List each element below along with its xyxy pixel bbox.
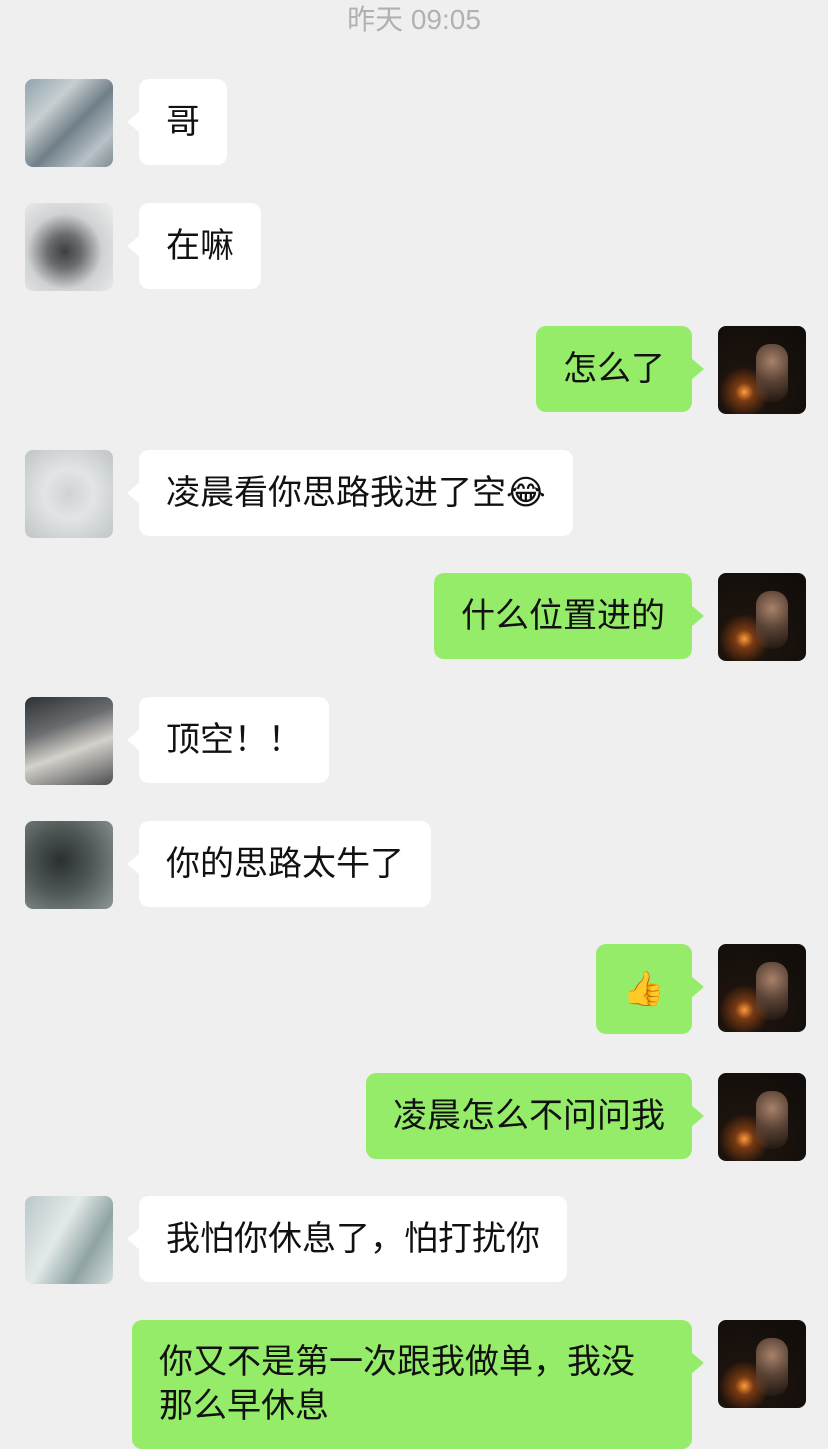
message-bubble-outgoing[interactable]: 什么位置进的 bbox=[434, 573, 704, 659]
message-text: 你又不是第一次跟我做单，我没那么早休息 bbox=[159, 1342, 635, 1426]
message-text: 凌晨怎么不问问我 bbox=[393, 1096, 665, 1136]
message-bubble-incoming[interactable]: 我怕你休息了，怕打扰你 bbox=[127, 1196, 567, 1282]
message-bubble-outgoing[interactable]: 你又不是第一次跟我做单，我没那么早休息 bbox=[132, 1320, 704, 1449]
self-avatar[interactable] bbox=[718, 944, 806, 1032]
message-bubble-incoming[interactable]: 在嘛 bbox=[127, 203, 261, 289]
message-text: 在嘛 bbox=[166, 226, 234, 266]
message-text: 怎么了 bbox=[563, 349, 665, 389]
chat-timestamp: 昨天 09:05 bbox=[347, 4, 481, 35]
thumbs-up-emoji-icon: 👍 bbox=[622, 969, 665, 1009]
contact-avatar[interactable] bbox=[25, 450, 113, 538]
message-bubble-outgoing[interactable]: 凌晨怎么不问问我 bbox=[366, 1073, 704, 1159]
laughing-tears-emoji-icon: 😂 bbox=[506, 473, 546, 513]
self-avatar[interactable] bbox=[718, 326, 806, 414]
contact-avatar[interactable] bbox=[25, 821, 113, 909]
message-text: 什么位置进的 bbox=[461, 596, 665, 636]
message-text: 哥 bbox=[166, 102, 200, 142]
contact-avatar[interactable] bbox=[25, 697, 113, 785]
message-text: 你的思路太牛了 bbox=[166, 844, 404, 884]
message-bubble-incoming[interactable]: 哥 bbox=[127, 79, 227, 165]
message-text: 凌晨看你思路我进了空 bbox=[166, 473, 506, 513]
message-bubble-incoming[interactable]: 凌晨看你思路我进了空😂 bbox=[127, 450, 573, 536]
message-bubble-outgoing[interactable]: 怎么了 bbox=[536, 326, 704, 412]
message-bubble-outgoing[interactable]: 👍 bbox=[595, 944, 705, 1034]
contact-avatar[interactable] bbox=[25, 79, 113, 167]
message-text: 顶空！！ bbox=[166, 720, 302, 760]
self-avatar[interactable] bbox=[718, 1073, 806, 1161]
contact-avatar[interactable] bbox=[25, 203, 113, 291]
message-text: 我怕你休息了，怕打扰你 bbox=[166, 1219, 540, 1259]
contact-avatar[interactable] bbox=[25, 1196, 113, 1284]
self-avatar[interactable] bbox=[718, 573, 806, 661]
message-bubble-incoming[interactable]: 顶空！！ bbox=[127, 697, 329, 783]
self-avatar[interactable] bbox=[718, 1320, 806, 1408]
message-bubble-incoming[interactable]: 你的思路太牛了 bbox=[127, 821, 431, 907]
